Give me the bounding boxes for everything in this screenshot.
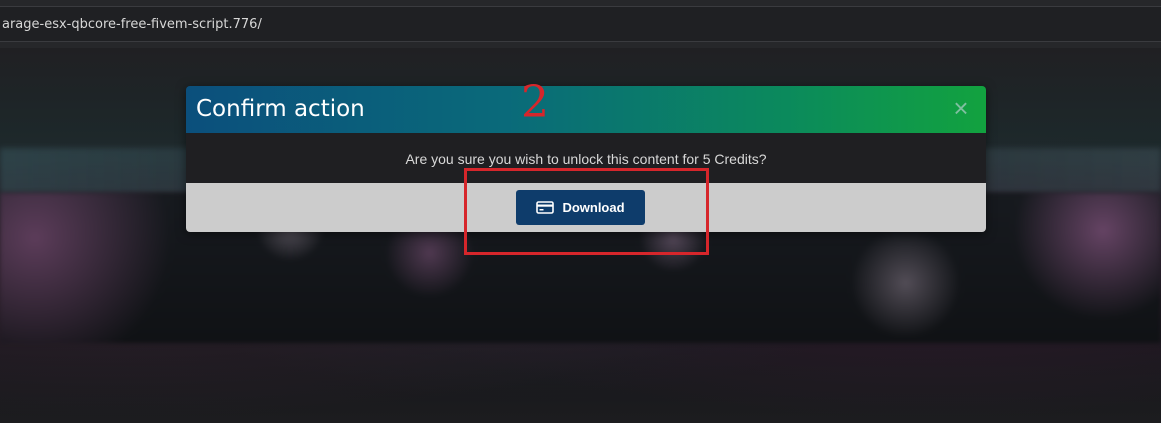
address-bar[interactable]: arage-esx-qbcore-free-fivem-script.776/ — [0, 6, 1161, 42]
dialog-header: Confirm action × — [186, 86, 986, 133]
dialog-message: Are you sure you wish to unlock this con… — [405, 151, 767, 167]
dialog-title: Confirm action — [196, 96, 365, 122]
annotation-highlight-box — [464, 168, 709, 255]
annotation-step-number: 2 — [521, 77, 549, 128]
browser-toolbar: arage-esx-qbcore-free-fivem-script.776/ — [0, 0, 1161, 48]
address-text: arage-esx-qbcore-free-fivem-script.776/ — [2, 17, 262, 32]
close-icon[interactable]: × — [950, 94, 972, 122]
